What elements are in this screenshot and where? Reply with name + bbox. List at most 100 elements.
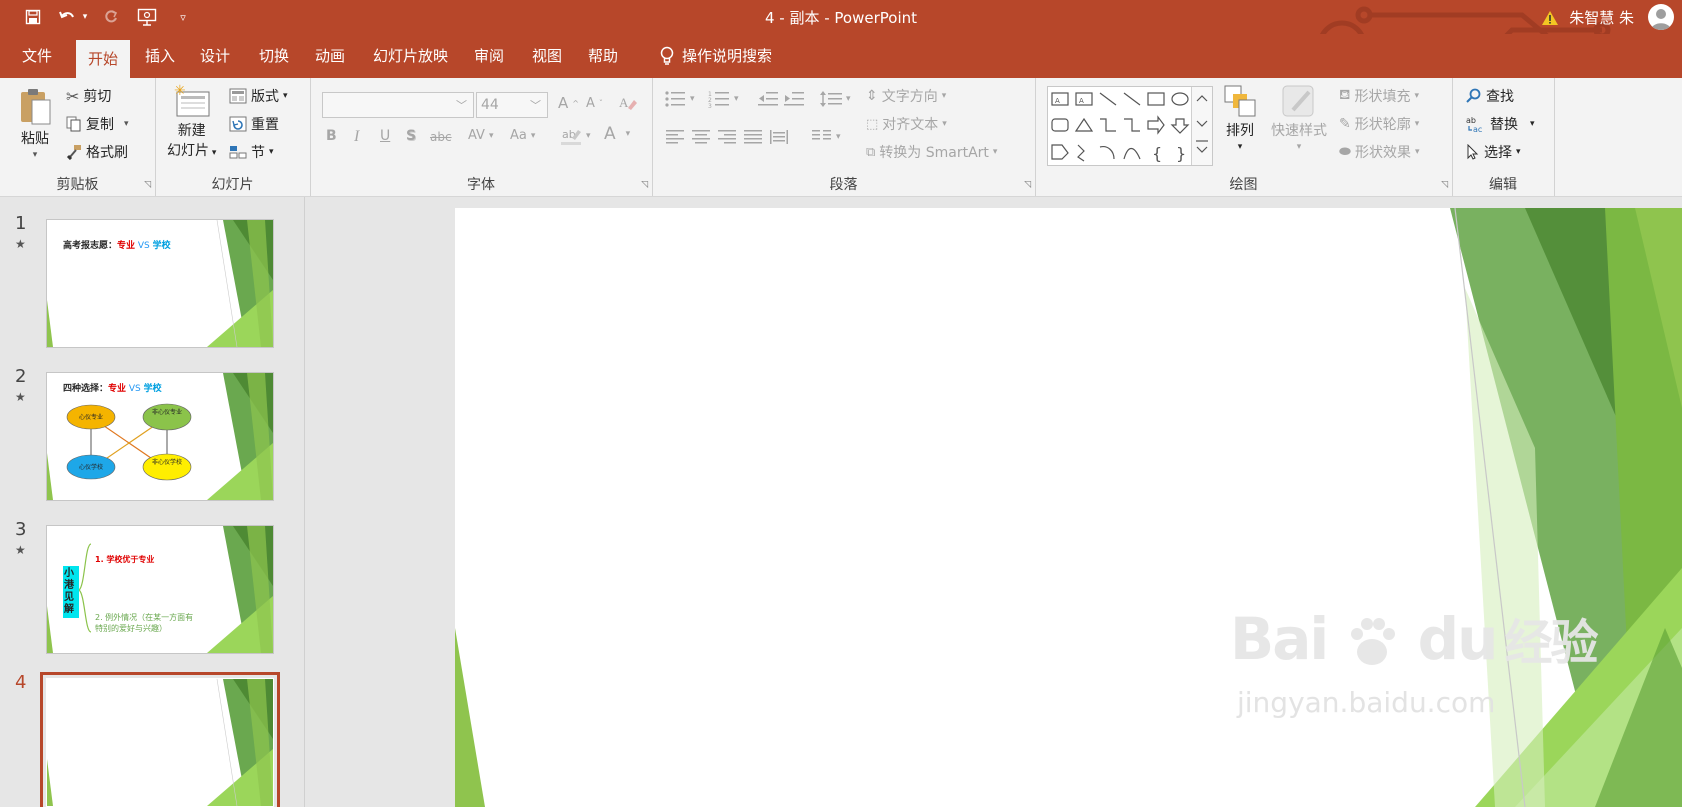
- svg-text:A: A: [1079, 97, 1084, 105]
- slide-thumbnail-2[interactable]: 四种选择：专业 VS 学校 心仪专业 非心仪专业 心仪学校 非心仪学校: [46, 372, 274, 501]
- distributed-button[interactable]: [770, 128, 788, 146]
- slides-group-label: 幻灯片: [211, 177, 254, 193]
- replace-button[interactable]: ab ac 替换 ▾: [1466, 114, 1535, 134]
- font-name-combo[interactable]: ﹀: [322, 92, 474, 118]
- slide-editor: Bai du 经验 jingyan.baidu.com: [305, 197, 1682, 807]
- tab-transitions[interactable]: 切换: [247, 34, 301, 78]
- section-icon: [229, 146, 247, 159]
- effects-icon: ⬬: [1339, 144, 1351, 160]
- section-dropdown-icon: ▾: [269, 147, 274, 157]
- quick-styles-button[interactable]: 快速样式 ▾: [1271, 84, 1327, 152]
- slide-thumbnail-1[interactable]: 高考报志愿：专业 VS 学校: [46, 219, 274, 348]
- animation-star-icon: ★: [15, 237, 26, 251]
- italic-button[interactable]: I: [354, 128, 359, 146]
- new-slide-button[interactable]: ✳ 新建 幻灯片 ▾: [167, 84, 216, 160]
- tab-slideshow[interactable]: 幻灯片放映: [361, 34, 460, 78]
- justify-button[interactable]: [744, 130, 762, 144]
- text-direction-icon: ⇕: [866, 88, 878, 104]
- tab-view[interactable]: 视图: [520, 34, 574, 78]
- arrange-button[interactable]: 排列 ▾: [1223, 84, 1257, 152]
- bold-button[interactable]: B: [326, 128, 337, 144]
- align-text-button[interactable]: ⬚ 对齐文本 ▾: [866, 114, 947, 134]
- layout-button[interactable]: 版式 ▾: [229, 86, 288, 106]
- font-size-combo[interactable]: 44 ﹀: [476, 92, 548, 118]
- section-button[interactable]: 节 ▾: [229, 142, 274, 162]
- slide-number-3: 3: [15, 519, 27, 540]
- reset-button[interactable]: 重置: [229, 114, 279, 134]
- numbered-list-icon: 123: [708, 91, 729, 108]
- shape-effects-button[interactable]: ⬬ 形状效果 ▾: [1339, 142, 1420, 162]
- increase-indent-button[interactable]: [784, 90, 804, 108]
- paragraph-launcher-icon[interactable]: ◹: [1024, 180, 1031, 190]
- shape-outline-button[interactable]: ✎ 形状轮廓 ▾: [1339, 114, 1419, 134]
- tab-help[interactable]: 帮助: [576, 34, 630, 78]
- line-spacing-button[interactable]: ▾: [820, 90, 851, 108]
- point-2: 2. 例外情况（在某一方面有 特别的爱好与兴趣）: [95, 613, 194, 633]
- clipboard-launcher-icon[interactable]: ◹: [144, 180, 151, 190]
- text-direction-button[interactable]: ⇕ 文字方向 ▾: [866, 86, 946, 106]
- distributed-icon: [770, 130, 788, 144]
- columns-button[interactable]: ▾: [812, 130, 841, 144]
- character-spacing-button[interactable]: AV ▾: [468, 128, 494, 143]
- decrease-indent-button[interactable]: [758, 90, 778, 108]
- user-avatar[interactable]: [1648, 4, 1674, 30]
- clear-formatting-icon[interactable]: A: [618, 94, 638, 112]
- slide-thumbnail-3[interactable]: 小港见解 1. 学校优于专业 2. 例外情况（在某一方面有 特别的爱好与兴趣）: [46, 525, 274, 654]
- highlighter-icon: ab: [561, 128, 581, 145]
- gallery-scroll-icons[interactable]: [1192, 87, 1212, 165]
- font-launcher-icon[interactable]: ◹: [641, 180, 648, 190]
- paste-icon: [21, 89, 51, 125]
- side-label: 小港见解: [63, 566, 79, 618]
- convert-smartart-button[interactable]: ⧉ 转换为 SmartArt ▾: [866, 142, 997, 162]
- find-button[interactable]: 查找: [1466, 86, 1514, 106]
- align-left-button[interactable]: [666, 130, 684, 144]
- select-button[interactable]: 选择 ▾: [1466, 142, 1521, 162]
- shrink-font-button[interactable]: Aˇ: [586, 96, 603, 111]
- strikethrough-button[interactable]: abc: [430, 130, 452, 144]
- slide-thumbnail-4-selected[interactable]: [40, 672, 280, 807]
- current-slide-canvas[interactable]: Bai du 经验 jingyan.baidu.com: [455, 208, 1682, 807]
- decrease-indent-icon: [758, 92, 778, 106]
- paste-button[interactable]: 粘贴 ▾: [18, 86, 52, 160]
- cut-button[interactable]: ✂ 剪切: [66, 86, 111, 106]
- underline-button[interactable]: U: [380, 128, 390, 144]
- change-case-button[interactable]: Aa ▾: [510, 128, 535, 143]
- font-color-button[interactable]: A ▾: [604, 124, 630, 144]
- tab-insert[interactable]: 插入: [133, 34, 187, 78]
- smartart-label: 转换为 SmartArt: [879, 145, 989, 161]
- shapes-gallery[interactable]: {} A A: [1047, 86, 1213, 166]
- text-direction-label: 文字方向: [881, 89, 938, 105]
- font-size-dropdown-icon[interactable]: ﹀: [530, 97, 541, 113]
- shape-fill-button[interactable]: ⛾ 形状填充 ▾: [1339, 86, 1419, 106]
- shadow-button[interactable]: S: [406, 128, 416, 144]
- user-area[interactable]: 朱智慧 朱: [1541, 7, 1634, 28]
- align-right-icon: [718, 130, 736, 144]
- group-paragraph: ▾ 1 2 3 ▾ ▾ ⇕ 文字方向 ▾ ⬚ 对齐文本 ▾ ⧉ 转换为 SmartArt ▾: [652, 78, 1036, 196]
- font-name-dropdown-icon[interactable]: ﹀: [456, 97, 467, 113]
- highlight-color-button[interactable]: ab ▾: [560, 126, 591, 146]
- baidu-watermark: Bai du 经验: [1230, 605, 1598, 673]
- tell-me-search[interactable]: 操作说明搜索: [648, 34, 784, 78]
- tab-animations[interactable]: 动画: [303, 34, 357, 78]
- group-editing: 查找 ab ac 替换 ▾ 选择 ▾ 编辑: [1452, 78, 1555, 196]
- replace-dropdown-icon: ▾: [1530, 119, 1535, 129]
- align-right-button[interactable]: [718, 130, 736, 144]
- new-slide-label-2: 幻灯片 ▾: [167, 143, 217, 159]
- drawing-launcher-icon[interactable]: ◹: [1441, 180, 1448, 190]
- smartart-icon: ⧉: [866, 144, 876, 160]
- format-painter-button[interactable]: 格式刷: [66, 142, 128, 162]
- tab-file[interactable]: 文件: [10, 34, 64, 78]
- animation-star-icon: ★: [15, 390, 26, 404]
- font-size-value: 44: [481, 97, 499, 113]
- bullets-button[interactable]: ▾: [664, 90, 695, 108]
- tab-review[interactable]: 审阅: [462, 34, 516, 78]
- copy-button[interactable]: 复制 ▾: [66, 114, 129, 134]
- tab-design[interactable]: 设计: [188, 34, 242, 78]
- align-center-button[interactable]: [692, 130, 710, 144]
- line-spacing-icon: [820, 91, 842, 107]
- quick-styles-icon: [1282, 85, 1314, 117]
- paste-label: 粘贴: [21, 131, 49, 147]
- grow-font-button[interactable]: A ^: [558, 94, 579, 112]
- numbering-button[interactable]: 1 2 3 ▾: [708, 90, 739, 108]
- drawing-group-label: 绘图: [1229, 177, 1258, 193]
